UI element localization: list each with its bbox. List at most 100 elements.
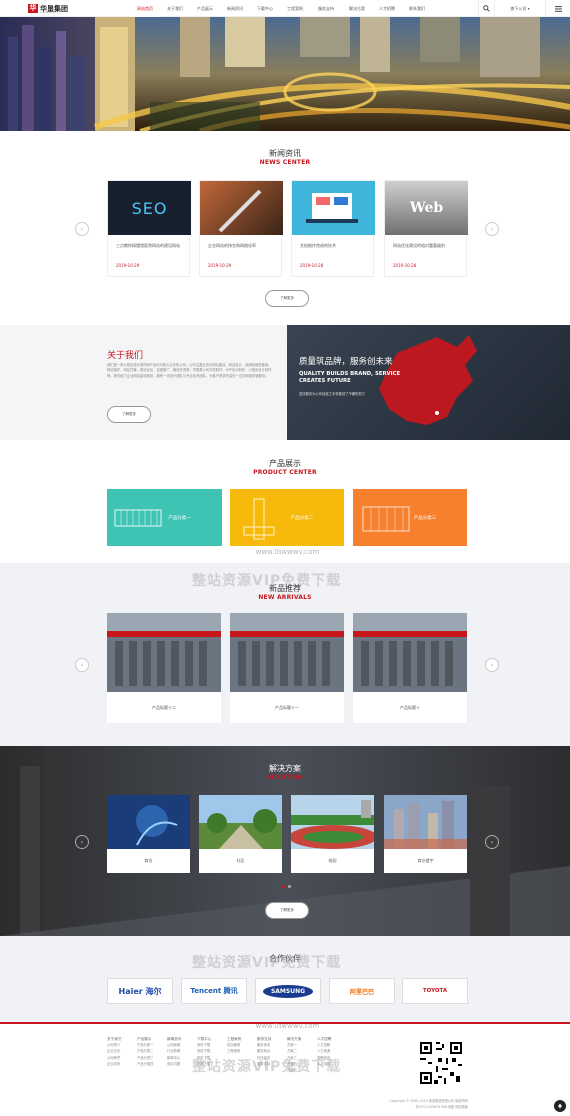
- solution-card[interactable]: 商业: [107, 795, 190, 873]
- footer-column: 新闻资讯 公司新闻 行业新闻 新闻中心 常见问题: [167, 1036, 181, 1067]
- footer-link[interactable]: 企业文化: [107, 1048, 121, 1054]
- about-banner-sub: 坚持服务为公司经营之本将做到了不懈的努力: [299, 392, 365, 396]
- news-thumb: [292, 181, 375, 235]
- news-card[interactable]: 企业网站的排名和网络化率 2019-10-29: [199, 180, 283, 277]
- nav-download[interactable]: 下载中心: [250, 0, 280, 17]
- pen-icon: [218, 189, 262, 233]
- footer-link[interactable]: 公司荣誉: [107, 1055, 121, 1061]
- news-card[interactable]: Web 网站优化建设的相对重要级别 2019-10-28: [384, 180, 468, 277]
- partner-tencent-logo[interactable]: Tencent 腾讯: [181, 978, 247, 1004]
- nav-news[interactable]: 新闻资讯: [220, 0, 250, 17]
- footer-column: 解决方案 方案一 方案二 方案三 方案四 方案五: [287, 1036, 301, 1073]
- arrival-card[interactable]: 产品标题十: [353, 613, 467, 723]
- partner-haier-logo[interactable]: Haier 海尔: [107, 978, 173, 1004]
- news-card-date: 2019-10-29: [208, 263, 232, 268]
- product-category-1[interactable]: 产品分类一: [107, 489, 222, 546]
- partner-toyota-logo[interactable]: TOYOTA: [402, 978, 468, 1004]
- product-category-label: 产品分类一: [168, 515, 191, 521]
- footer-link[interactable]: 服务支持: [257, 1061, 271, 1067]
- footer-copyright: Copyright © 2002-2019 某某集团有限公司 版权所有: [389, 1099, 468, 1103]
- nav-solution[interactable]: 解决方案: [342, 0, 372, 17]
- solution-card[interactable]: 校园: [289, 795, 377, 873]
- solution-card-label: 社区: [199, 849, 282, 873]
- carousel-dot[interactable]: [288, 885, 291, 888]
- footer-column: 服务支持 服务体系 服务网点 在线留言 服务支持: [257, 1036, 271, 1067]
- footer-link[interactable]: 人才培训: [317, 1061, 331, 1067]
- logo-mark: 华: [28, 4, 38, 13]
- solution-card-label: 商业楼宇: [384, 849, 467, 873]
- news-thumb-text: Web: [409, 200, 444, 216]
- news-heading: 新闻资讯 NEWS CENTER: [0, 148, 570, 166]
- products-heading: 产品展示 PRODUCT CENTER: [0, 458, 570, 476]
- news-card[interactable]: SEO 三点教你搞懂猎医院网站的建设网站 2019-10-29: [107, 180, 191, 277]
- footer-link[interactable]: 方案五: [287, 1067, 301, 1073]
- nav-cases[interactable]: 工程案例: [280, 0, 310, 17]
- chevron-left-icon: ‹: [80, 838, 84, 846]
- chevron-left-icon: ‹: [80, 225, 84, 233]
- footer-icp[interactable]: 苏ICP12345678 XML地图 网站模板: [300, 1104, 468, 1109]
- solution-title-en: SOLUTION: [267, 774, 303, 781]
- nav-contact[interactable]: 联系我们: [402, 0, 432, 17]
- news-next-button[interactable]: ›: [485, 222, 499, 236]
- nav-products[interactable]: 产品展示: [190, 0, 220, 17]
- partner-alibaba-logo[interactable]: 阿里巴巴: [329, 978, 395, 1004]
- footer-link[interactable]: 产品分类二: [137, 1048, 153, 1054]
- about-banner-en2: CREATES FUTURE: [299, 378, 351, 384]
- fence-icon: [114, 509, 162, 527]
- footer-link[interactable]: 人力资源: [317, 1048, 331, 1054]
- arrival-card[interactable]: 产品标题十一: [230, 613, 344, 723]
- logo[interactable]: 华 华垦集团 HUAKEN GROUP: [28, 3, 68, 14]
- news-card-date: 2019-10-29: [116, 263, 140, 268]
- about-more-button[interactable]: 了解更多: [107, 406, 151, 423]
- site-header: 华 华垦集团 HUAKEN GROUP 网站首页 关于我们 产品展示 新闻资讯 …: [0, 0, 570, 17]
- arrivals-next-button[interactable]: ›: [485, 658, 499, 672]
- product-category-2[interactable]: 产品分类二: [230, 489, 344, 546]
- footer-link[interactable]: 工程案例: [227, 1048, 241, 1054]
- news-prev-button[interactable]: ‹: [75, 222, 89, 236]
- nav-jobs[interactable]: 人才招聘: [372, 0, 402, 17]
- nav-about[interactable]: 关于我们: [160, 0, 190, 17]
- footer-link[interactable]: 产品分类三: [137, 1055, 153, 1061]
- products-title-cn: 产品展示: [269, 459, 301, 468]
- watermark-site: www.0ɪwwwv.com: [255, 1022, 320, 1030]
- gate-icon: [362, 506, 410, 532]
- news-more-button[interactable]: 了解更多: [265, 290, 309, 307]
- carousel-dot-active[interactable]: [282, 885, 285, 888]
- product-category-3[interactable]: 产品分类三: [353, 489, 467, 546]
- footer-link[interactable]: 行业新闻: [167, 1048, 181, 1054]
- arrivals-prev-button[interactable]: ‹: [75, 658, 89, 672]
- footer-link[interactable]: 招聘信息: [317, 1055, 331, 1061]
- partner-samsung-logo[interactable]: SAMSUNG: [255, 978, 321, 1004]
- company-select[interactable]: 旗下公司 ▾: [494, 0, 546, 17]
- solution-next-button[interactable]: ›: [485, 835, 499, 849]
- footer-link[interactable]: 文档下载: [197, 1061, 211, 1067]
- back-to-top-button[interactable]: [554, 1100, 566, 1112]
- solution-card[interactable]: 商业楼宇: [384, 795, 467, 873]
- news-title-cn: 新闻资讯: [269, 149, 301, 158]
- news-title-en: NEWS CENTER: [259, 159, 311, 166]
- solution-card-label: 校园: [291, 849, 374, 873]
- qr-code: [418, 1040, 464, 1086]
- solution-prev-button[interactable]: ‹: [75, 835, 89, 849]
- search-button[interactable]: [478, 0, 494, 17]
- footer-link[interactable]: 软件下载: [197, 1055, 211, 1061]
- footer-link[interactable]: 常用下载: [197, 1048, 211, 1054]
- footer-link[interactable]: 服务网点: [257, 1048, 271, 1054]
- footer-link[interactable]: 常见问题: [167, 1061, 181, 1067]
- footer-column: 产品展示 产品分类一 产品分类二 产品分类三 产品分类四: [137, 1036, 153, 1067]
- about-body: 我们是一家以网站设计制作和IT培训为核心业务的公司，公司主要业务为网站建设、网站…: [107, 363, 272, 378]
- footer-link[interactable]: 新闻中心: [167, 1055, 181, 1061]
- arrival-card[interactable]: 产品标题十二: [107, 613, 221, 723]
- footer-link[interactable]: 产品分类四: [137, 1061, 153, 1067]
- footer-link[interactable]: 企业风采: [107, 1061, 121, 1067]
- solution-card[interactable]: 社区: [199, 795, 282, 873]
- footer-link[interactable]: 在线留言: [257, 1055, 271, 1061]
- news-card-title: 网站优化建设的相对重要级别: [393, 243, 445, 248]
- solution-more-button[interactable]: 了解更多: [265, 902, 309, 919]
- news-card[interactable]: 文档制作完成的技术 2019-10-28: [291, 180, 375, 277]
- news-thumb: SEO: [108, 181, 191, 235]
- nav-home[interactable]: 网站首页: [130, 0, 160, 17]
- qr-code-icon: [418, 1040, 464, 1086]
- nav-service[interactable]: 服务支持: [310, 0, 342, 17]
- menu-button[interactable]: [546, 0, 570, 17]
